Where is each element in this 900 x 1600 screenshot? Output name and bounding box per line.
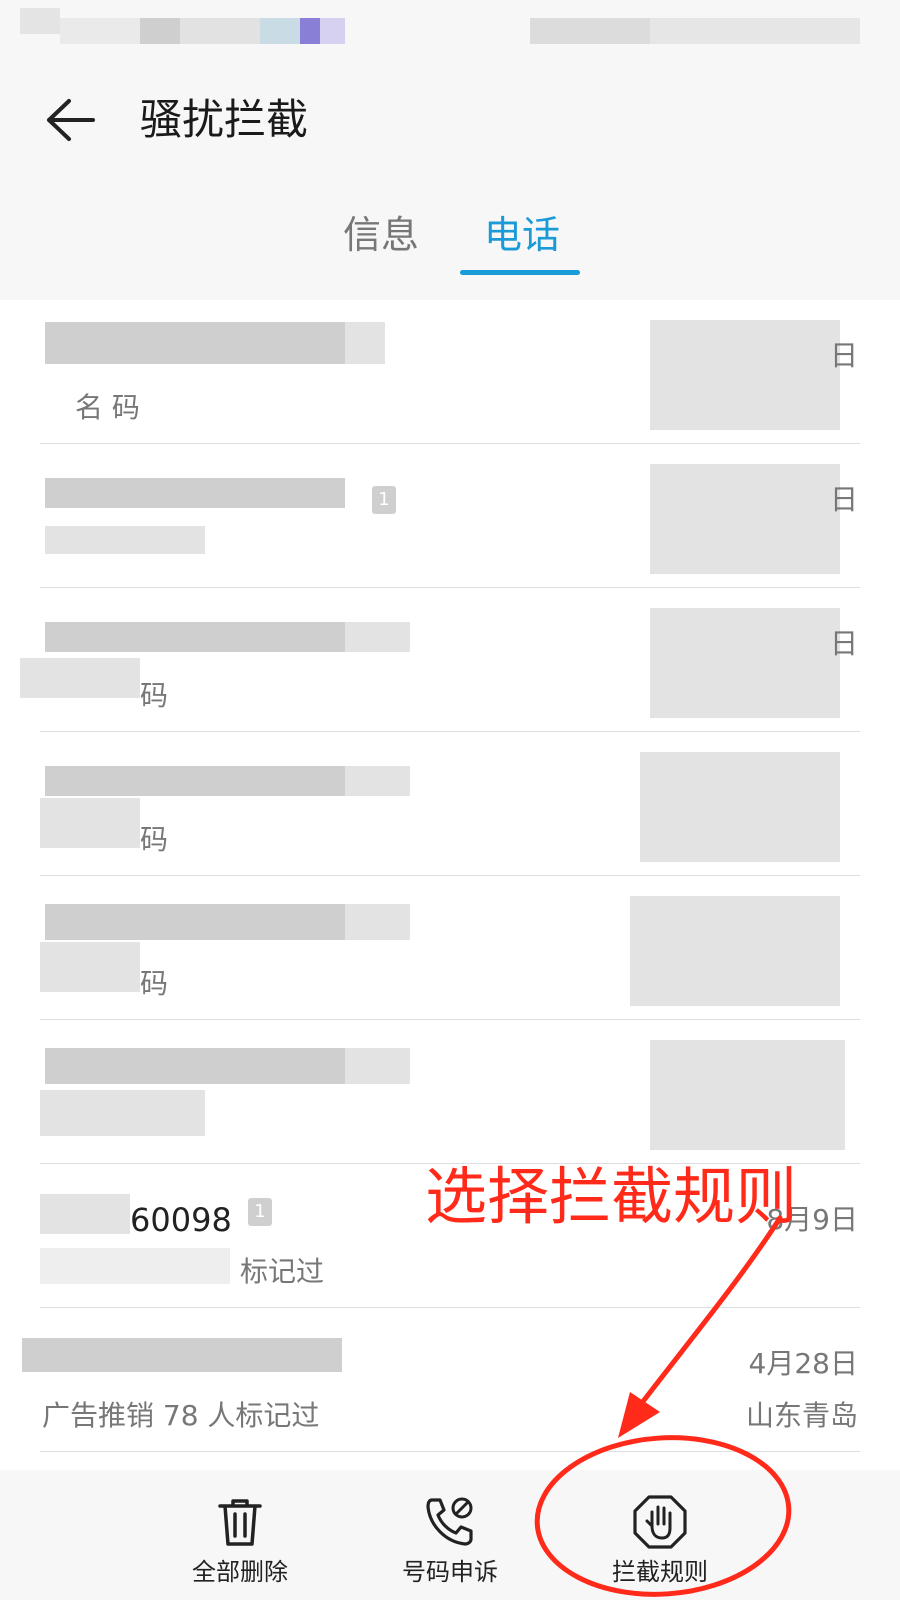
call-label: 码 (140, 823, 169, 856)
call-label: 标记过 (240, 1255, 325, 1288)
caller-number: 60098 (130, 1201, 232, 1239)
call-date: 4月28日 (748, 1347, 858, 1380)
annotation-label: 选择拦截规则 (425, 1160, 798, 1233)
delete-all-label: 全部删除 (192, 1558, 288, 1586)
call-date: 日 (829, 483, 858, 516)
tab-calls[interactable]: 电话 (484, 205, 560, 265)
number-appeal-button[interactable]: 号码申诉 (370, 1470, 530, 1600)
list-item[interactable]: 码 日 (0, 588, 900, 732)
delete-all-button[interactable]: 全部删除 (160, 1470, 320, 1600)
tab-messages[interactable]: 信息 (343, 205, 419, 265)
call-label: 广告推销 78 人标记过 (42, 1399, 320, 1432)
list-item[interactable]: 码 (0, 876, 900, 1020)
bottom-toolbar: 全部删除 号码申诉 拦截规则 (0, 1470, 900, 1600)
call-date: 日 (829, 339, 858, 372)
list-item[interactable]: 广告推销 78 人标记过 4月28日 山东青岛 (0, 1308, 900, 1452)
tab-bar: 信息 电话 (0, 205, 900, 295)
list-item[interactable]: 1 日 (0, 444, 900, 588)
call-date: 日 (829, 627, 858, 660)
sim-card-icon: 1 (248, 1198, 272, 1226)
back-button[interactable] (40, 90, 100, 150)
call-label: 码 (140, 967, 169, 1000)
list-item[interactable] (0, 1020, 900, 1164)
sim-card-icon: 1 (372, 486, 396, 514)
number-appeal-label: 号码申诉 (402, 1558, 498, 1586)
call-label: 名 码 (75, 391, 140, 424)
page-title: 骚扰拦截 (140, 95, 309, 144)
block-rules-button[interactable]: 拦截规则 (580, 1470, 740, 1600)
call-location: 山东青岛 (745, 1399, 858, 1432)
call-label: 码 (140, 679, 169, 712)
blocked-calls-list: 名 码 日 1 日 码 日 码 码 60098 1 标记过 8月9日 广告推销 … (0, 300, 900, 1470)
block-rules-label: 拦截规则 (612, 1558, 708, 1586)
arrow-left-icon (47, 99, 95, 141)
phone-blocked-icon (422, 1494, 478, 1550)
status-bar (0, 0, 900, 70)
hand-stop-icon (632, 1494, 688, 1550)
trash-icon (212, 1494, 268, 1550)
active-tab-indicator (460, 270, 580, 275)
app-header: 骚扰拦截 (0, 70, 900, 170)
divider (40, 1451, 860, 1452)
list-item[interactable]: 名 码 日 (0, 300, 900, 444)
list-item[interactable]: 码 (0, 732, 900, 876)
